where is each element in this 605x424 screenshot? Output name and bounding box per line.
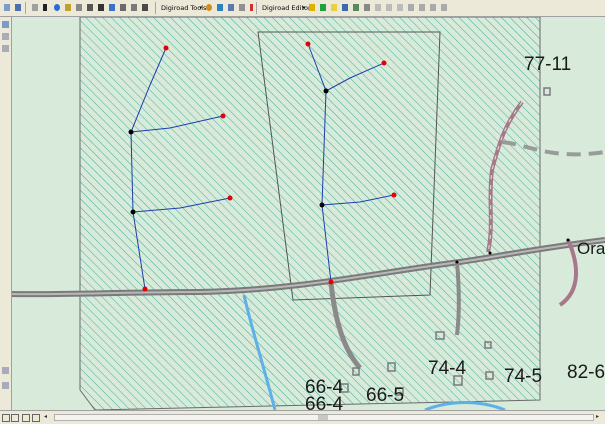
scale-tool-button[interactable] [30, 2, 40, 13]
grid-icon[interactable] [118, 2, 128, 13]
layout-view-icon[interactable] [2, 414, 10, 422]
layers-icon[interactable] [351, 2, 361, 13]
toolbar-handle[interactable] [2, 2, 12, 13]
identify-icon[interactable] [52, 2, 62, 13]
status-bar: ◂ ▸ [0, 410, 605, 424]
layer-tool-button[interactable] [13, 2, 23, 13]
toolbar-separator [155, 2, 156, 14]
grid-tool-icon[interactable] [406, 2, 416, 13]
chevron-down-icon: ▾ [199, 5, 202, 11]
ruler-icon[interactable] [428, 2, 438, 13]
map-view: 77-11 66-4 66-4 66-5 74-4 74-5 82-6 Ora [12, 17, 605, 410]
scroll-right-icon[interactable]: ▸ [596, 413, 599, 421]
hatched-area [79, 17, 541, 410]
toolbar-separator [25, 2, 26, 14]
pause-icon[interactable] [32, 414, 40, 422]
flag-icon[interactable] [307, 2, 317, 13]
digiroad-editor-dropdown[interactable]: Digiroad Editor ▾ [260, 2, 311, 14]
window-icon[interactable] [129, 2, 139, 13]
measure-area-icon[interactable] [439, 2, 449, 13]
toolbar-separator [256, 2, 257, 14]
table-icon[interactable] [107, 2, 117, 13]
measure-icon[interactable] [74, 2, 84, 13]
parcel-label: 74-5 [504, 366, 542, 387]
panel-icon[interactable] [2, 21, 9, 28]
refresh-icon[interactable] [204, 2, 214, 13]
top-toolbar: Digiroad Tools ▾ Digiroad Editor ▾ [0, 0, 605, 17]
scrollbar-thumb[interactable] [318, 415, 328, 420]
select-arrow-icon[interactable] [41, 2, 51, 13]
panel-icon[interactable] [2, 382, 9, 389]
split-icon[interactable] [384, 2, 394, 13]
options-icon[interactable] [140, 2, 150, 13]
node-edit-icon[interactable] [318, 2, 328, 13]
highlight-icon[interactable] [329, 2, 339, 13]
horizontal-scrollbar[interactable] [54, 414, 594, 421]
scroll-left-icon[interactable]: ◂ [44, 413, 47, 421]
left-sidebar [0, 17, 12, 410]
panel-icon[interactable] [2, 367, 9, 374]
table-view-icon[interactable] [340, 2, 350, 13]
merge-icon[interactable] [395, 2, 405, 13]
line-tool-icon[interactable] [373, 2, 383, 13]
parcel-label: 77-11 [524, 54, 571, 75]
data-view-icon[interactable] [11, 414, 19, 422]
cut-icon[interactable] [417, 2, 427, 13]
parcel-label: 74-4 [428, 358, 466, 379]
add-icon[interactable] [362, 2, 372, 13]
pencil-icon[interactable] [237, 2, 247, 13]
map-canvas[interactable]: 77-11 66-4 66-4 66-5 74-4 74-5 82-6 Ora [12, 17, 605, 410]
zoom-icon[interactable] [215, 2, 225, 13]
panel-icon[interactable] [2, 45, 9, 52]
parcel-label: 66-5 [366, 385, 404, 406]
refresh-view-icon[interactable] [22, 414, 30, 422]
parcel-label: 82-6 [567, 362, 605, 383]
digiroad-tools-dropdown[interactable]: Digiroad Tools ▾ [159, 2, 206, 14]
panel-icon[interactable] [2, 33, 9, 40]
road-name-label: Ora [577, 239, 605, 258]
bookmark-icon[interactable] [85, 2, 95, 13]
binoculars-icon[interactable] [96, 2, 106, 13]
edit-icon[interactable] [63, 2, 73, 13]
side-road [455, 261, 461, 336]
copy-icon[interactable] [226, 2, 236, 13]
parcel-label: 66-4 [305, 394, 343, 410]
chevron-down-icon: ▾ [302, 5, 305, 11]
